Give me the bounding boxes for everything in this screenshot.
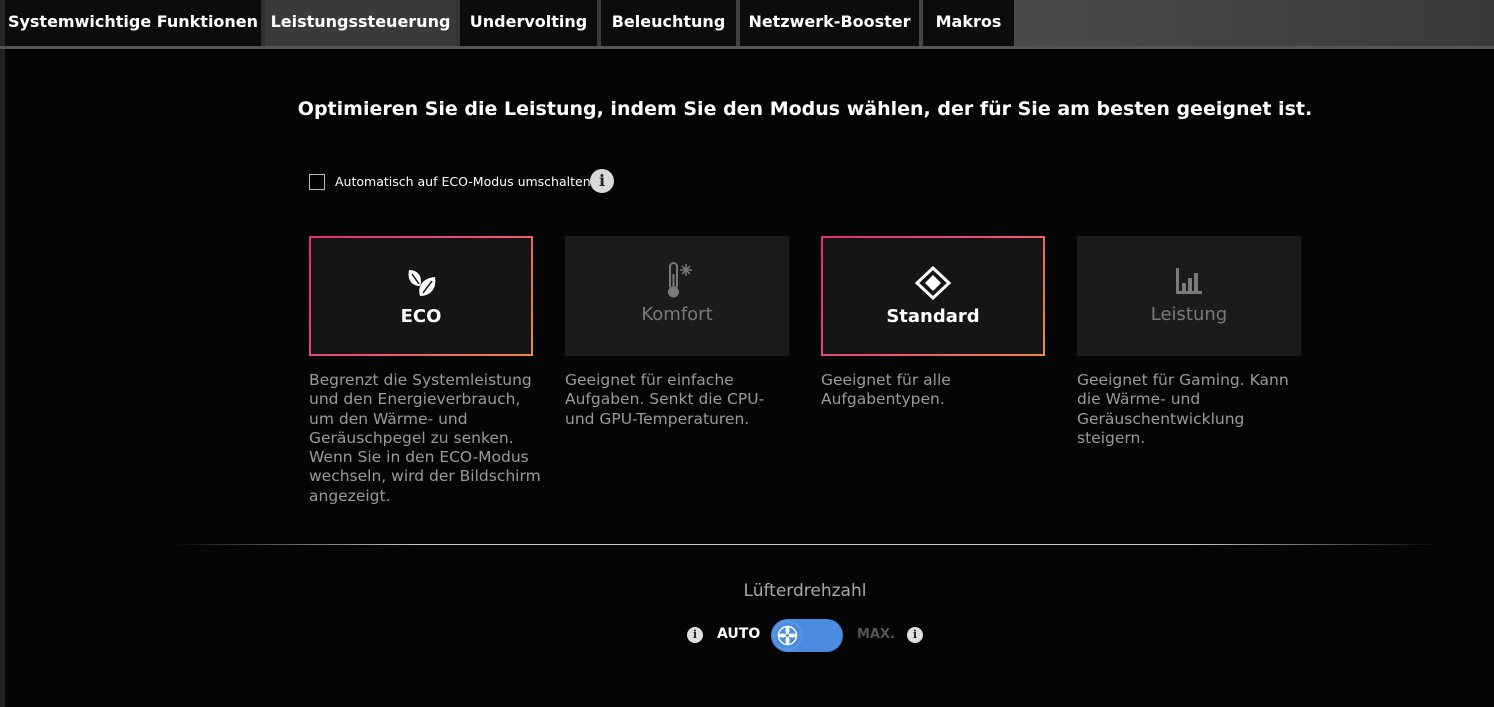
mode-label: Standard (886, 306, 980, 327)
auto-eco-label: Automatisch auf ECO-Modus umschalten (335, 174, 591, 189)
diamond-icon (823, 266, 1043, 300)
mode-card-leistung[interactable]: Leistung (1077, 236, 1301, 356)
mode-description-standard: Geeignet für alle Aufgabentypen. (821, 371, 951, 409)
tab-undervolting[interactable]: Undervolting (460, 0, 597, 46)
mode-label: Leistung (1150, 304, 1228, 325)
fan-speed-toggle[interactable] (771, 619, 843, 652)
tab-leistungssteuerung[interactable]: Leistungssteuerung (265, 0, 456, 46)
leaf-icon (311, 266, 531, 300)
fan-auto-label: AUTO (717, 626, 761, 642)
info-icon[interactable]: i (907, 627, 923, 643)
info-icon[interactable]: i (687, 627, 703, 643)
tab-netzwerk-booster[interactable]: Netzwerk-Booster (740, 0, 919, 46)
page-headline: Optimieren Sie die Leistung, indem Sie d… (297, 98, 1313, 120)
mode-label: ECO (400, 306, 442, 327)
mode-description-eco: Begrenzt die Systemleistung und den Ener… (309, 371, 541, 505)
mode-description-komfort: Geeignet für einfache Aufgaben. Senkt di… (565, 371, 765, 428)
tab-beleuchtung[interactable]: Beleuchtung (601, 0, 736, 46)
fan-max-label: MAX. (857, 627, 895, 642)
tab-systemwichtige-funktionen[interactable]: Systemwichtige Funktionen (5, 0, 261, 46)
mode-label: Komfort (641, 304, 713, 325)
fan-speed-title: Lüfterdrehzahl (743, 581, 867, 601)
mode-card-eco[interactable]: ECO (309, 236, 533, 356)
tab-bar: Systemwichtige Funktionen Leistungssteue… (0, 0, 1494, 49)
auto-eco-checkbox[interactable] (309, 174, 325, 190)
divider (170, 544, 1440, 545)
mode-card-standard[interactable]: Standard (821, 236, 1045, 356)
info-icon[interactable]: i (590, 169, 614, 193)
left-edge (0, 49, 5, 707)
fan-icon (774, 622, 801, 649)
thermometer-snowflake-icon (565, 262, 789, 298)
bar-chart-icon (1077, 264, 1301, 298)
tab-makros[interactable]: Makros (923, 0, 1014, 46)
mode-card-komfort[interactable]: Komfort (565, 236, 789, 356)
mode-description-leistung: Geeignet für Gaming. Kann die Wärme- und… (1077, 371, 1289, 447)
